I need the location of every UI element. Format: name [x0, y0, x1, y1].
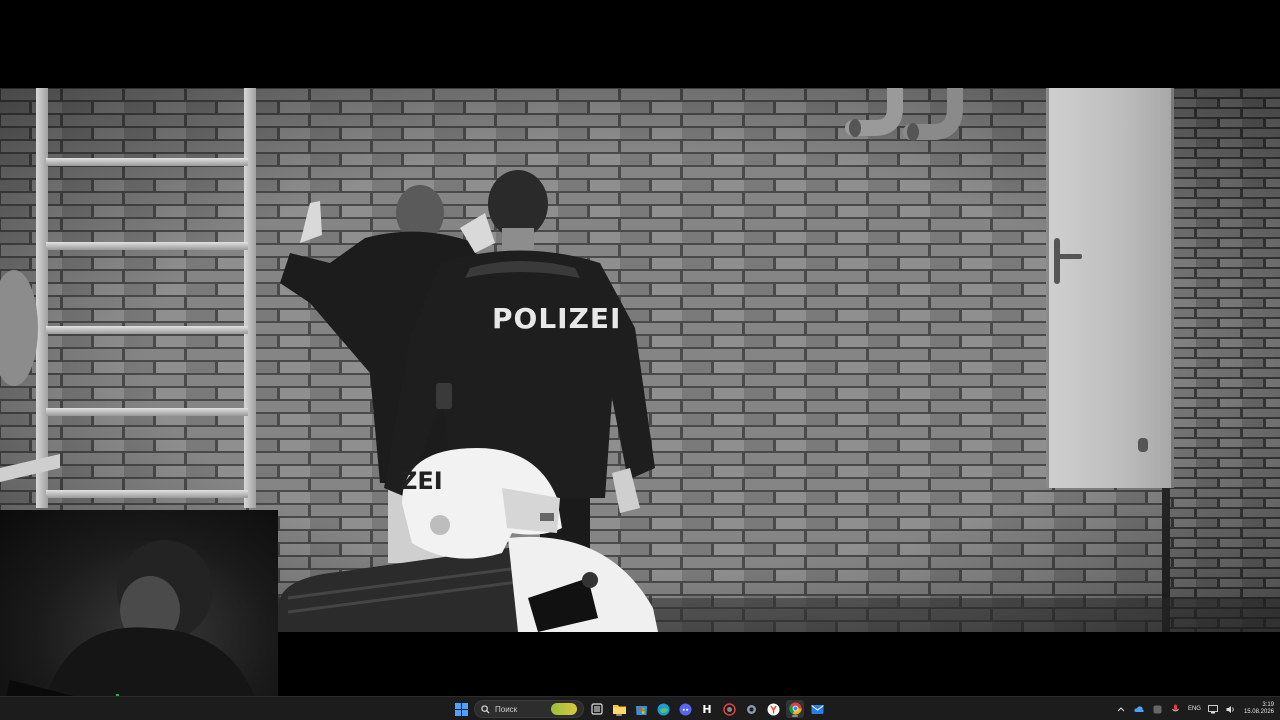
- screen: POLIZEI ZEI Поиск H ENG 3:19 15.08.2026: [0, 0, 1280, 720]
- taskbar: Поиск H ENG 3:19 15.08.2026: [0, 696, 1280, 720]
- red-circle-icon[interactable]: [720, 700, 738, 718]
- taskbar-clock[interactable]: 3:19 15.08.2026: [1244, 702, 1274, 716]
- search-input[interactable]: Поиск: [474, 700, 584, 718]
- search-highlight-icon: [551, 703, 577, 715]
- clock-date: 15.08.2026: [1243, 709, 1274, 715]
- door-lock: [1138, 438, 1148, 452]
- wall-pipes: [845, 88, 963, 141]
- language-indicator[interactable]: ENG: [1188, 706, 1201, 712]
- left-edge-object: [0, 270, 60, 482]
- volume-icon[interactable]: [1226, 704, 1237, 715]
- task-view-icon[interactable]: [588, 700, 606, 718]
- clock-time: 3:19: [1262, 702, 1274, 708]
- h-letter-icon[interactable]: H: [698, 700, 716, 718]
- metal-door: [1046, 88, 1174, 488]
- webcam-overlay: [0, 510, 278, 720]
- cloud-icon[interactable]: [1134, 704, 1145, 715]
- police-helmet: ZEI: [392, 443, 567, 568]
- yandex-icon[interactable]: [764, 700, 782, 718]
- app-tray-icon[interactable]: [1152, 704, 1163, 715]
- streamer-figure: [0, 540, 262, 720]
- officer-jacket-text: POLIZEI: [492, 302, 622, 335]
- edge-icon[interactable]: [654, 700, 672, 718]
- store-icon[interactable]: [632, 700, 650, 718]
- chrome-icon[interactable]: [786, 700, 804, 718]
- search-placeholder: Поиск: [495, 704, 518, 714]
- system-tray: ENG 3:19 15.08.2026: [1116, 697, 1274, 720]
- door-handle: [1054, 238, 1082, 284]
- helmet-text: ZEI: [400, 467, 443, 495]
- chevron-up-icon[interactable]: [1116, 704, 1127, 715]
- microphone-icon[interactable]: [1170, 704, 1181, 715]
- folder-icon[interactable]: [610, 700, 628, 718]
- mail-icon[interactable]: [808, 700, 826, 718]
- gear-icon[interactable]: [742, 700, 760, 718]
- windows-icon[interactable]: [452, 700, 470, 718]
- discord-icon[interactable]: [676, 700, 694, 718]
- taskbar-apps: Поиск H: [452, 697, 826, 720]
- network-icon[interactable]: [1208, 704, 1219, 715]
- metal-ladder: [36, 88, 262, 508]
- search-icon: [481, 704, 490, 714]
